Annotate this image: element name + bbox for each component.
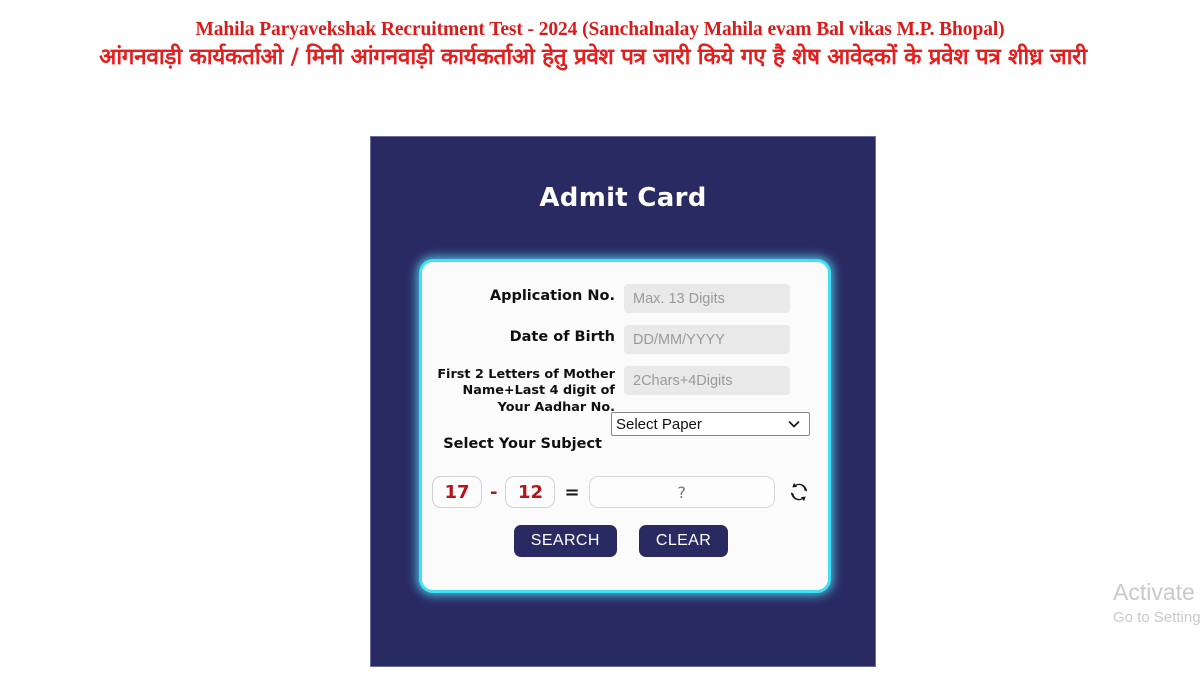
subject-select[interactable]: Select Paper bbox=[611, 412, 810, 437]
form-actions: SEARCH CLEAR bbox=[432, 525, 810, 558]
panel-title: Admit Card bbox=[539, 183, 707, 213]
watermark-subtitle: Go to Settings to activate Windows. bbox=[1113, 609, 1200, 627]
application-no-input[interactable] bbox=[624, 284, 790, 313]
captcha-operator: - bbox=[490, 481, 498, 503]
captcha-operand-b: 12 bbox=[505, 476, 556, 509]
label-select-subject: Select Your Subject bbox=[443, 436, 602, 453]
refresh-icon[interactable] bbox=[788, 481, 810, 503]
label-date-of-birth: Date of Birth bbox=[509, 329, 615, 345]
captcha-equals-sign: = bbox=[564, 481, 580, 503]
captcha-operand-a: 17 bbox=[432, 476, 482, 509]
label-mother-aadhar: First 2 Letters of Mother Name+Last 4 di… bbox=[437, 367, 615, 415]
captcha-answer-input[interactable] bbox=[588, 476, 775, 509]
date-of-birth-input[interactable] bbox=[624, 325, 790, 354]
captcha-row: 17 - 12 = bbox=[432, 476, 810, 509]
watermark-title: Activate Windows bbox=[1113, 580, 1200, 605]
page-header: Mahila Paryavekshak Recruitment Test - 2… bbox=[0, 0, 1200, 73]
header-title-english: Mahila Paryavekshak Recruitment Test - 2… bbox=[195, 19, 1005, 40]
field-row-date-of-birth: Date of Birth bbox=[432, 325, 810, 354]
field-row-subject: Select Your Subject Select Paper bbox=[432, 412, 810, 452]
field-row-mother-aadhar: First 2 Letters of Mother Name+Last 4 di… bbox=[432, 366, 810, 416]
subject-select-wrapper: Select Paper bbox=[611, 412, 810, 437]
clear-button[interactable]: CLEAR bbox=[638, 525, 729, 558]
mother-aadhar-input[interactable] bbox=[624, 366, 790, 395]
windows-activation-watermark: Activate Windows Go to Settings to activ… bbox=[1113, 580, 1200, 628]
header-notice-hindi: आंगनवाड़ी कार्यकर्ताओ / मिनी आंगनवाड़ी क… bbox=[99, 44, 1087, 71]
field-row-application-no: Application No. bbox=[432, 284, 810, 313]
label-application-no: Application No. bbox=[489, 288, 615, 304]
admit-card-panel: Admit Card Application No. Date of Birth… bbox=[370, 136, 876, 667]
search-button[interactable]: SEARCH bbox=[513, 525, 617, 558]
admit-card-form: Application No. Date of Birth First 2 Le… bbox=[419, 259, 831, 593]
